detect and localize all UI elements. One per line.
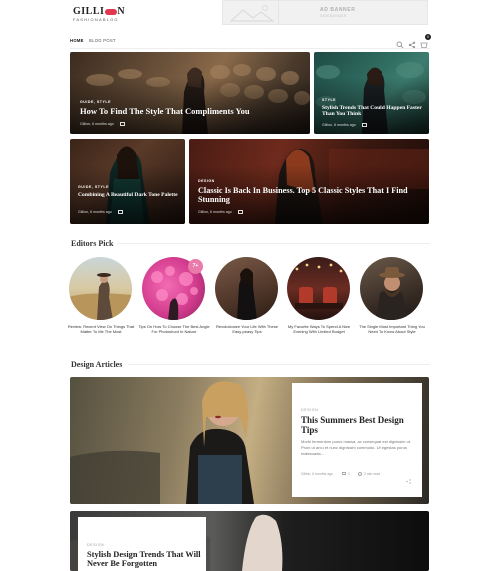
editors-pick-image[interactable] xyxy=(287,257,350,320)
ad-banner-subtitle: SIDEBANNER xyxy=(320,14,347,18)
card-author-date: Gillion, 6 months ago xyxy=(78,210,112,214)
article-category[interactable]: DESIGN xyxy=(301,408,318,412)
editors-pick-photo xyxy=(295,263,343,309)
editors-pick-photo xyxy=(376,267,408,320)
article-panel: DESIGN Stylish Design Trends That Will N… xyxy=(78,517,206,571)
ad-image-placeholder-icon xyxy=(223,1,279,25)
logo-text: GILLI xyxy=(73,6,105,17)
editors-pick-caption[interactable]: My Favorite Ways To Spend A Nice Evening… xyxy=(283,324,355,335)
featured-card[interactable]: DESIGN Classic Is Back In Business. Top … xyxy=(189,139,429,224)
editors-pick-image[interactable] xyxy=(69,257,132,320)
design-article-card[interactable]: DESIGN Stylish Design Trends That Will N… xyxy=(70,511,429,571)
nav-item-home[interactable]: HOME xyxy=(70,38,84,43)
featured-card[interactable]: GUIDE, STYLE How To Find The Style That … xyxy=(70,52,310,134)
editors-pick-caption[interactable]: Review: Recent View On Things That Matte… xyxy=(65,324,137,335)
share-icon[interactable] xyxy=(406,471,411,484)
nav-divider xyxy=(70,48,430,49)
card-meta: Gillion, 6 months ago xyxy=(80,122,125,127)
search-icon[interactable] xyxy=(396,36,404,49)
comment-icon[interactable] xyxy=(117,210,123,215)
article-read-time: 2 min read xyxy=(364,472,381,476)
comment-icon[interactable] xyxy=(237,210,243,215)
clock-icon xyxy=(358,472,362,476)
card-meta: Gillion, 6 months ago xyxy=(78,210,123,215)
editors-pick-photo xyxy=(69,273,132,320)
card-category[interactable]: STYLE xyxy=(322,98,336,102)
article-panel: DESIGN This Summers Best Design Tips Mor… xyxy=(292,383,422,497)
cart-count-badge: 0 xyxy=(425,34,431,40)
editors-pick-caption[interactable]: The Single Most Important Thing You Need… xyxy=(356,324,428,335)
section-divider xyxy=(118,243,430,244)
nav-item-blog-post[interactable]: BLOG POST xyxy=(89,38,116,43)
article-category[interactable]: DESIGN xyxy=(87,543,104,547)
logo-lips-icon xyxy=(105,8,118,15)
comment-icon[interactable] xyxy=(361,123,367,128)
section-heading-design-articles: Design Articles xyxy=(71,360,123,369)
card-title[interactable]: Classic Is Back In Business. Top 5 Class… xyxy=(198,186,426,204)
article-title[interactable]: Stylish Design Trends That Will Never Be… xyxy=(87,550,203,568)
card-author-date: Gillion, 6 months ago xyxy=(80,122,114,126)
ad-banner-title: AD BANNER xyxy=(320,7,356,13)
editors-pick-photo xyxy=(237,268,257,320)
section-heading-editors-pick: Editors Pick xyxy=(71,239,114,248)
comment-icon[interactable] xyxy=(342,472,346,475)
editors-pick-badge: 7+ xyxy=(188,259,203,274)
share-icon[interactable] xyxy=(408,36,416,49)
section-divider xyxy=(128,364,430,365)
comment-icon[interactable] xyxy=(119,122,125,127)
article-comment-count: 1 xyxy=(348,472,350,476)
design-article-card[interactable]: DESIGN This Summers Best Design Tips Mor… xyxy=(70,377,429,504)
card-meta: Gillion, 6 months ago xyxy=(198,210,243,215)
site-tagline: FASHIONABLOG xyxy=(73,17,119,22)
card-title[interactable]: Stylish Trends That Could Happen Faster … xyxy=(322,105,422,118)
article-excerpt: Morbi fermentum purus massa, ac consequa… xyxy=(301,439,412,456)
card-title[interactable]: How To Find The Style That Compliments Y… xyxy=(80,106,300,117)
article-title[interactable]: This Summers Best Design Tips xyxy=(301,415,417,436)
card-author-date: Gillion, 6 months ago xyxy=(198,210,232,214)
card-category[interactable]: DESIGN xyxy=(198,179,215,183)
card-title[interactable]: Combining A Beautiful Dark Tone Palette xyxy=(78,192,178,198)
logo-text-tail: N xyxy=(117,6,126,17)
featured-card[interactable]: STYLE Stylish Trends That Could Happen F… xyxy=(314,52,429,134)
article-author-date: Gillion, 6 months ago xyxy=(301,472,333,476)
editors-pick-caption[interactable]: Tips On How To Choose The Best Angle For… xyxy=(138,324,210,335)
card-author-date: Gillion, 6 months ago xyxy=(322,123,356,127)
ad-banner[interactable]: AD BANNER SIDEBANNER xyxy=(222,0,428,25)
editors-pick-caption[interactable]: Revolutionize Your Life With These Easy-… xyxy=(211,324,283,335)
card-meta: Gillion, 6 months ago xyxy=(322,123,367,128)
editors-pick-image[interactable] xyxy=(360,257,423,320)
featured-card[interactable]: GUIDE, STYLE Combining A Beautiful Dark … xyxy=(70,139,185,224)
card-category[interactable]: GUIDE, STYLE xyxy=(78,185,109,189)
editors-pick-image[interactable] xyxy=(215,257,278,320)
main-navigation: HOME BLOG POST 0 xyxy=(70,33,431,49)
card-category[interactable]: GUIDE, STYLE xyxy=(80,100,111,104)
